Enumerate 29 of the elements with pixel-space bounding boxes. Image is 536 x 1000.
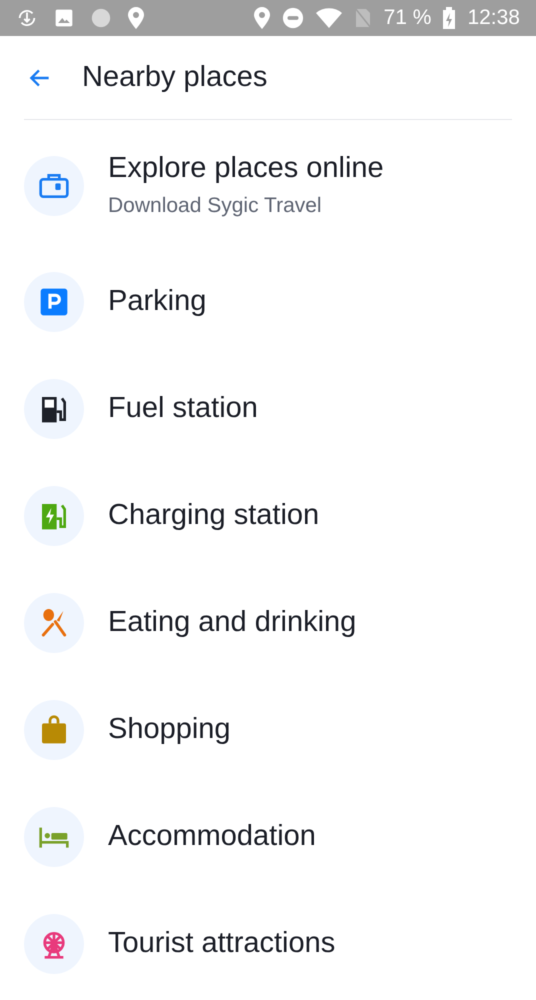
- wifi-icon: [316, 8, 342, 28]
- category-label: Tourist attractions: [108, 926, 336, 962]
- battery-charging-icon: [443, 7, 456, 29]
- category-item[interactable]: Fuel station: [0, 355, 536, 462]
- category-item[interactable]: Accommodation: [0, 783, 536, 890]
- category-item[interactable]: Shopping: [0, 676, 536, 783]
- location-pin-icon: [128, 7, 144, 29]
- sync-icon: [16, 7, 38, 29]
- category-item[interactable]: Parking: [0, 248, 536, 355]
- category-item[interactable]: Explore places online Download Sygic Travel: [0, 120, 536, 248]
- circle-icon: [90, 7, 112, 29]
- clock: 12:38: [467, 5, 520, 32]
- image-icon: [54, 8, 74, 28]
- category-label: Parking: [108, 284, 206, 320]
- category-item[interactable]: Charging station: [0, 462, 536, 569]
- category-subtitle: Download Sygic Travel: [108, 193, 323, 220]
- category-label: Explore places online: [108, 151, 384, 186]
- category-label: Eating and drinking: [108, 605, 356, 640]
- category-label: Accommodation: [108, 819, 316, 854]
- category-label: Shopping: [108, 712, 231, 748]
- category-label: Fuel station: [108, 391, 258, 426]
- location-pin-icon: [254, 7, 270, 29]
- battery-percent: 71 %: [384, 5, 432, 32]
- do-not-disturb-icon: [282, 7, 304, 29]
- category-item[interactable]: Eating and drinking: [0, 569, 536, 676]
- no-sim-icon: [354, 7, 372, 29]
- page-title: Nearby places: [82, 60, 268, 95]
- category-label: Charging station: [108, 498, 320, 534]
- category-item[interactable]: Tourist attractions: [0, 890, 536, 997]
